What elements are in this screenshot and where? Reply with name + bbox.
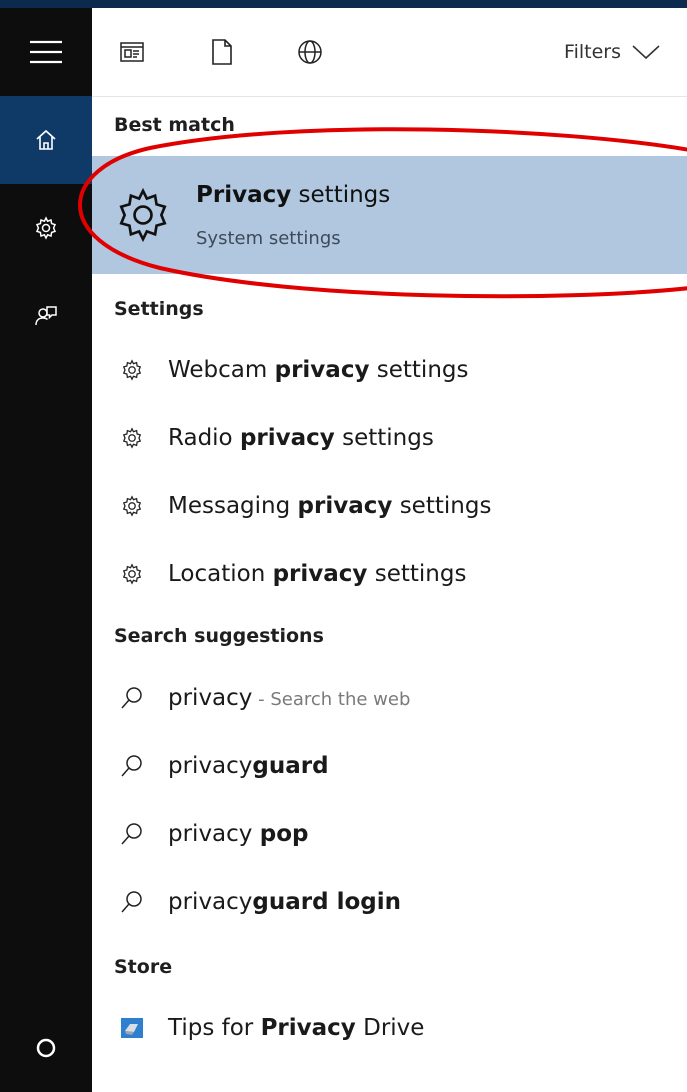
search-icon: [92, 821, 168, 847]
store-item-label: Tips for Privacy Drive: [168, 1015, 425, 1041]
suggestion-label: privacyguard: [168, 753, 329, 779]
chevron-down-icon: [632, 45, 660, 60]
home-icon: [36, 129, 56, 150]
section-search-suggestions: Search suggestions: [114, 625, 324, 647]
filters-label: Filters: [564, 41, 621, 63]
gear-icon: [92, 563, 168, 585]
section-settings: Settings: [114, 298, 204, 320]
result-label: Location privacy settings: [168, 561, 467, 587]
filters-dropdown[interactable]: Filters: [564, 36, 661, 68]
search-icon: [92, 889, 168, 915]
tab-apps[interactable]: [110, 30, 154, 74]
suggestion-item[interactable]: privacyguard: [92, 733, 687, 799]
search-icon: [92, 685, 168, 711]
title-strip: [0, 0, 687, 8]
store-app-icon: [92, 1017, 168, 1039]
feedback-icon: [35, 306, 57, 326]
filter-toolbar: Filters: [92, 8, 687, 97]
sidebar-item-settings[interactable]: [0, 184, 92, 272]
suggestion-item[interactable]: privacy - Search the web: [92, 665, 687, 731]
cortana-circle-icon: [36, 1038, 56, 1058]
gear-icon: [119, 187, 167, 243]
gear-icon: [92, 427, 168, 449]
best-match-result[interactable]: Privacy settings System settings: [92, 156, 687, 274]
list-item[interactable]: Messaging privacy settings: [92, 473, 687, 539]
web-globe-icon: [298, 40, 322, 64]
list-item[interactable]: Location privacy settings: [92, 541, 687, 607]
search-results-panel: Filters Best match Privacy settings Syst…: [92, 8, 687, 1092]
result-label: Messaging privacy settings: [168, 493, 492, 519]
suggestion-label: privacy pop: [168, 821, 309, 847]
store-item[interactable]: Tips for Privacy Drive: [92, 995, 687, 1061]
document-icon: [212, 39, 232, 65]
search-icon: [92, 753, 168, 779]
tab-documents[interactable]: [200, 30, 244, 74]
cortana-button[interactable]: [0, 1004, 92, 1092]
best-match-subtitle: System settings: [196, 228, 341, 249]
suggestion-label: privacyguard login: [168, 889, 402, 915]
best-match-title: Privacy settings: [196, 182, 391, 208]
result-label: Webcam privacy settings: [168, 357, 469, 383]
suggestion-label: privacy - Search the web: [168, 685, 411, 711]
hamburger-menu-icon: [30, 40, 62, 64]
suggestion-item[interactable]: privacy pop: [92, 801, 687, 867]
section-store: Store: [114, 956, 173, 978]
gear-icon: [92, 359, 168, 381]
gear-icon: [35, 216, 57, 240]
hamburger-menu-button[interactable]: [0, 8, 92, 96]
gear-icon: [92, 495, 168, 517]
suggestion-item[interactable]: privacyguard login: [92, 869, 687, 935]
result-label: Radio privacy settings: [168, 425, 434, 451]
list-item[interactable]: Radio privacy settings: [92, 405, 687, 471]
list-item[interactable]: Webcam privacy settings: [92, 337, 687, 403]
apps-icon: [120, 42, 144, 62]
sidebar-item-home[interactable]: [0, 96, 92, 184]
sidebar: [0, 8, 92, 1092]
sidebar-item-feedback[interactable]: [0, 272, 92, 360]
tab-web[interactable]: [288, 30, 332, 74]
section-best-match: Best match: [114, 114, 235, 136]
